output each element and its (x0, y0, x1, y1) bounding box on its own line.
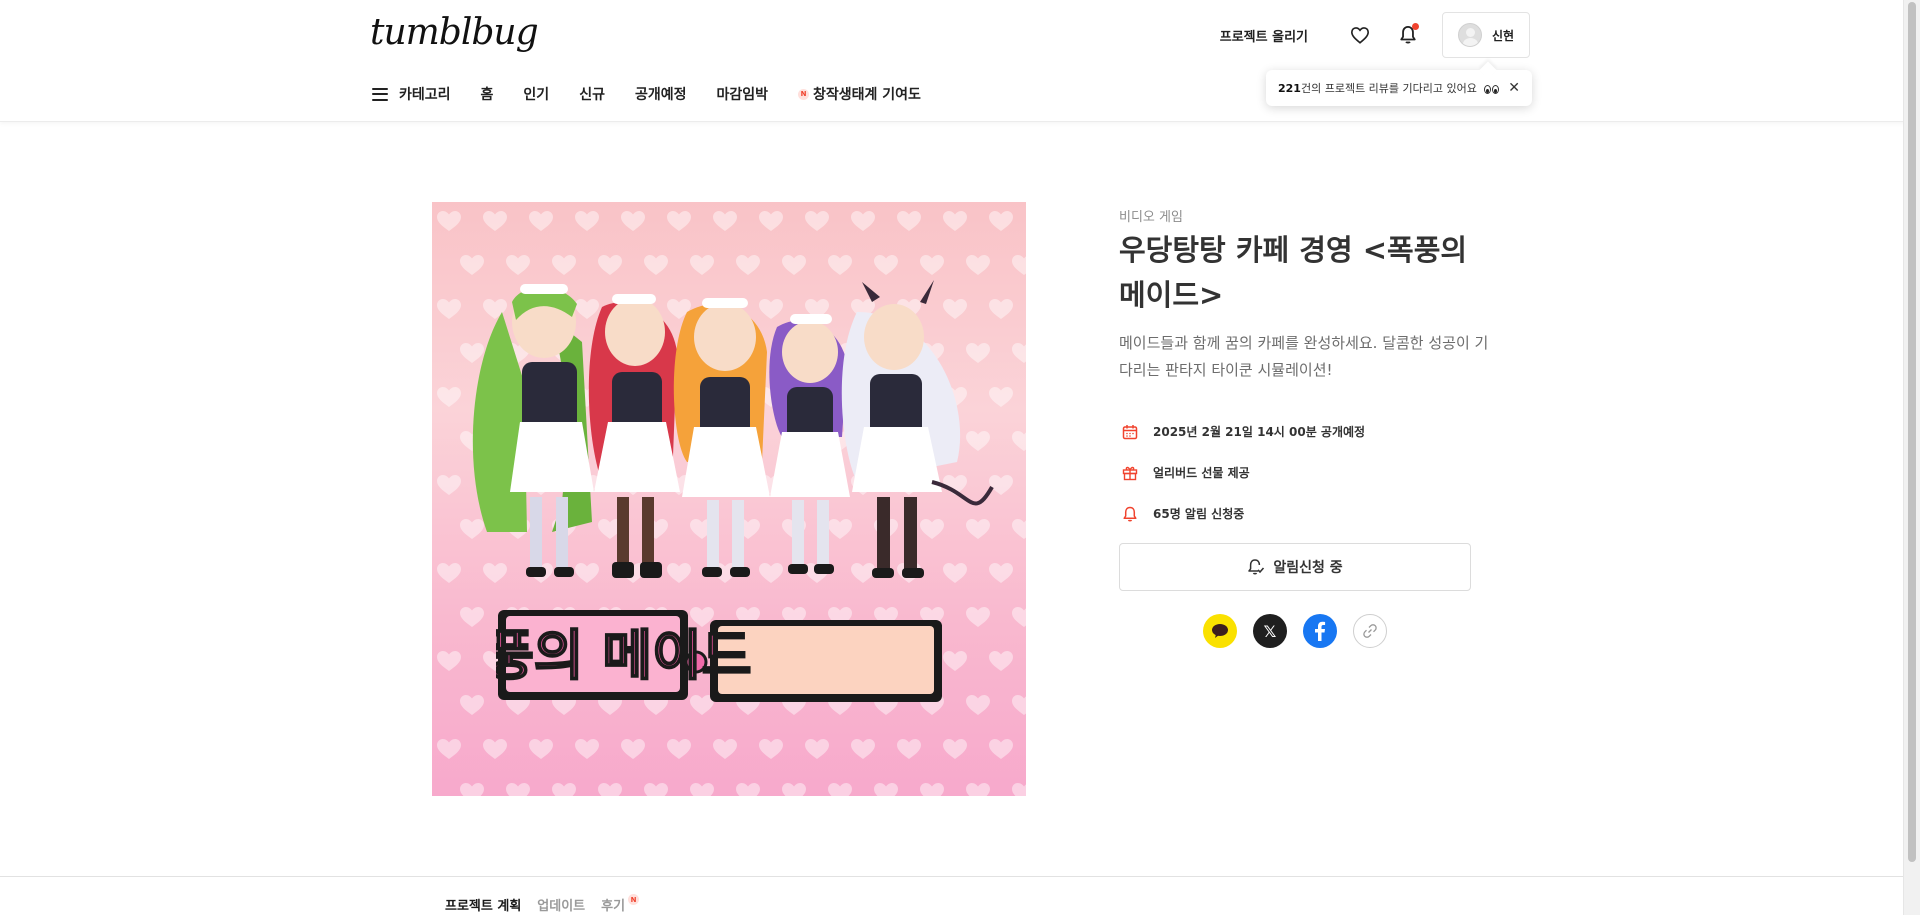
heart-icon (1350, 27, 1370, 44)
share-x-button[interactable]: 𝕏 (1253, 614, 1287, 648)
new-badge: N (628, 894, 640, 905)
info-early-bird: 얼리버드 선물 제공 (1119, 452, 1365, 493)
notification-dot (1412, 23, 1419, 30)
avatar (1457, 23, 1482, 47)
svg-text:폭풍의 메이드: 폭풍의 메이드 (496, 624, 751, 687)
share-facebook-button[interactable] (1303, 614, 1337, 648)
scrollbar-thumb[interactable] (1908, 2, 1916, 862)
nav-item-ecosystem[interactable]: N 창작생태계 기여도 (798, 84, 921, 104)
info-subscribers: 65명 알림 신청중 (1119, 493, 1365, 534)
upload-project-link[interactable]: 프로젝트 올리기 (1220, 26, 1308, 45)
nav-item-popular[interactable]: 인기 (523, 84, 549, 104)
share-buttons: 𝕏 (1203, 614, 1387, 648)
copy-link-button[interactable] (1353, 614, 1387, 648)
user-menu-button[interactable]: 신현 (1442, 12, 1530, 58)
gift-icon (1119, 462, 1141, 484)
main-nav: 카테고리 홈 인기 신규 공개예정 마감임박 N 창작생태계 기여도 (372, 82, 951, 106)
nav-item-category[interactable]: 카테고리 (372, 84, 451, 104)
page-scrollbar[interactable] (1903, 0, 1920, 915)
new-badge: N (798, 88, 810, 100)
site-header: tumblbug 프로젝트 올리기 신현 카테고리 홈 인기 신규 공개예정 마… (0, 0, 1920, 122)
x-logo-icon: 𝕏 (1263, 621, 1277, 641)
project-title: 우당탕탕 카페 경영 <폭풍의 메이드> (1119, 233, 1468, 312)
nav-item-label: 카테고리 (399, 87, 451, 103)
notify-subscribed-button[interactable]: 알림신청 중 (1119, 543, 1471, 591)
header-actions: 프로젝트 올리기 신현 (1220, 12, 1530, 58)
project-cover-image: 폭풍의 메이드 (432, 202, 1026, 796)
tab-reviews[interactable]: 후기 N (601, 894, 640, 914)
eyes-icon (1484, 84, 1500, 94)
tab-project-plan[interactable]: 프로젝트 계획 (445, 895, 521, 914)
review-count: 221 (1278, 82, 1301, 95)
nav-item-new[interactable]: 신규 (579, 84, 605, 104)
tab-updates[interactable]: 업데이트 (537, 895, 585, 914)
nav-item-upcoming[interactable]: 공개예정 (635, 84, 687, 104)
tab-label: 후기 (601, 899, 626, 914)
tooltip-message: 건의 프로젝트 리뷰를 기다리고 있어요 (1300, 82, 1477, 95)
review-tooltip: 221건의 프로젝트 리뷰를 기다리고 있어요 ✕ (1266, 70, 1532, 106)
tooltip-text: 221건의 프로젝트 리뷰를 기다리고 있어요 (1278, 80, 1500, 96)
info-text: 65명 알림 신청중 (1153, 507, 1245, 521)
bell-check-icon (1248, 559, 1265, 575)
facebook-icon (1315, 621, 1326, 641)
close-icon[interactable]: ✕ (1508, 80, 1520, 96)
bell-icon (1119, 503, 1141, 525)
project-tabs: 프로젝트 계획 업데이트 후기 N (445, 894, 640, 914)
wishlist-button[interactable] (1336, 12, 1384, 58)
project-category[interactable]: 비디오 게임 (1119, 206, 1183, 225)
nav-item-home[interactable]: 홈 (481, 84, 494, 104)
info-text: 얼리버드 선물 제공 (1153, 466, 1250, 480)
project-tabbar: 프로젝트 계획 업데이트 후기 N (0, 876, 1920, 915)
user-name: 신현 (1491, 28, 1515, 43)
nav-item-label: 창작생태계 기여도 (813, 87, 921, 103)
info-launch-date: 2025년 2월 21일 14시 00분 공개예정 (1119, 411, 1365, 452)
tumblbug-logo[interactable]: tumblbug (370, 12, 539, 53)
calendar-icon (1119, 421, 1141, 443)
nav-item-closing-soon[interactable]: 마감임박 (716, 84, 768, 104)
game-logo-title: 폭풍의 메이드 (496, 610, 942, 702)
link-icon (1363, 624, 1377, 638)
notify-button-label: 알림신청 중 (1273, 560, 1343, 576)
share-kakao-button[interactable] (1203, 614, 1237, 648)
project-description: 메이드들과 함께 꿈의 카페를 완성하세요. 달콤한 성공이 기다리는 판타지 … (1119, 334, 1489, 379)
project-info-list: 2025년 2월 21일 14시 00분 공개예정 얼리버드 선물 제공 65명… (1119, 411, 1365, 534)
notification-button[interactable] (1384, 12, 1432, 58)
info-text: 2025년 2월 21일 14시 00분 공개예정 (1153, 425, 1366, 439)
hamburger-icon (372, 87, 388, 101)
kakao-chat-icon (1212, 624, 1228, 638)
